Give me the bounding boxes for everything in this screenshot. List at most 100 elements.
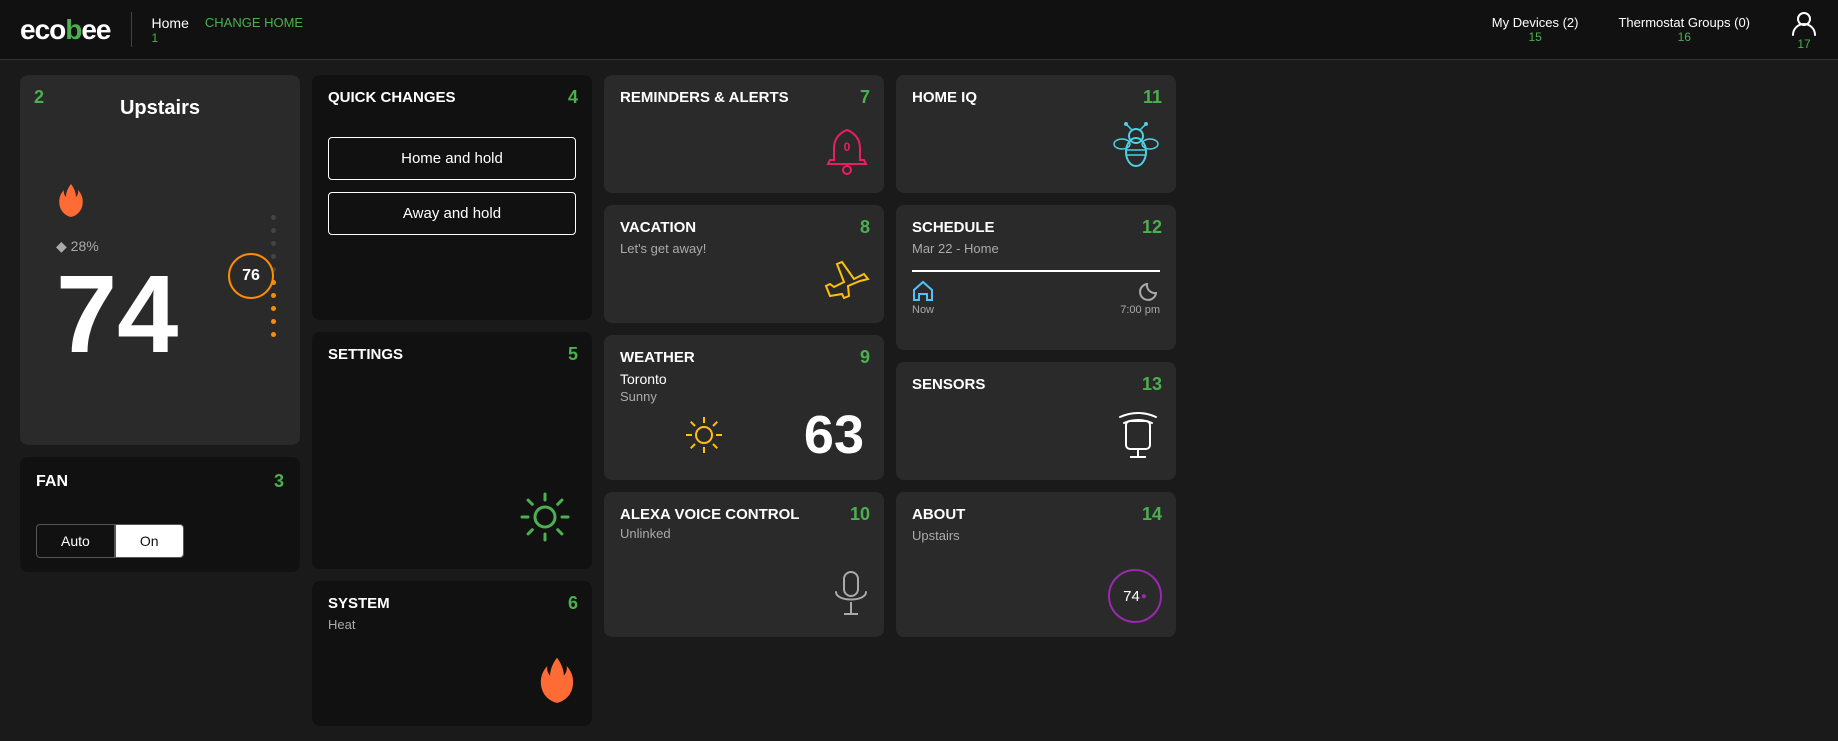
fan-auto-button[interactable]: Auto xyxy=(36,524,115,558)
right-column: HOME IQ 11 xyxy=(896,75,1176,726)
reminders-title: REMINDERS & ALERTS xyxy=(620,89,789,106)
my-devices-label: My Devices (2) xyxy=(1492,15,1579,30)
vacation-title: VACATION xyxy=(620,219,696,236)
current-temp: 74 xyxy=(56,260,178,370)
change-home-button[interactable]: CHANGE HOME xyxy=(205,15,303,30)
settings-num: 5 xyxy=(568,344,578,365)
quick-changes-title: QUICK CHANGES xyxy=(328,89,456,106)
dot-4 xyxy=(271,254,276,259)
quick-changes-num: 4 xyxy=(568,87,578,108)
sun-icon xyxy=(684,415,724,460)
home-label: Home xyxy=(152,15,189,31)
dot-1 xyxy=(271,215,276,220)
system-title: SYSTEM xyxy=(328,595,390,612)
settings-card[interactable]: SETTINGS 5 xyxy=(312,332,592,569)
fan-buttons: Auto On xyxy=(36,524,284,558)
weather-card[interactable]: WEATHER 9 Toronto Sunny 63 xyxy=(604,335,884,480)
timeline-bar xyxy=(912,270,1160,272)
alexa-title: ALEXA VOICE CONTROL xyxy=(620,506,799,523)
about-circle-dot: ● xyxy=(1141,591,1147,602)
settings-title: SETTINGS xyxy=(328,346,576,363)
header-home: Home CHANGE HOME 1 xyxy=(152,15,304,45)
sensors-num: 13 xyxy=(1142,374,1162,395)
sensor-icon xyxy=(1114,409,1162,466)
middle-column-1: QUICK CHANGES 4 Home and hold Away and h… xyxy=(312,75,592,726)
microphone-icon xyxy=(832,570,870,623)
moon-icon xyxy=(1138,280,1160,302)
user-num: 17 xyxy=(1797,37,1810,51)
system-card[interactable]: SYSTEM 6 Heat xyxy=(312,581,592,726)
homeiq-num: 11 xyxy=(1143,87,1162,108)
schedule-date: Mar 22 - Home xyxy=(912,241,1160,256)
setpoint-circle[interactable]: 76 xyxy=(228,253,274,299)
schedule-title: SCHEDULE xyxy=(912,219,995,236)
bell-icon: 0 xyxy=(824,126,870,181)
about-subtitle: Upstairs xyxy=(912,528,1160,543)
user-icon xyxy=(1790,9,1818,37)
schedule-num: 12 xyxy=(1142,217,1162,238)
system-subtitle: Heat xyxy=(328,617,576,632)
thermostat-card[interactable]: 2 Upstairs ◆ 28% 74 xyxy=(20,75,300,445)
thermostat-groups-nav[interactable]: Thermostat Groups (0) 16 xyxy=(1618,15,1750,44)
fan-header: FAN 3 xyxy=(36,471,284,492)
weather-condition: Sunny xyxy=(620,389,868,404)
thermostat-groups-label: Thermostat Groups (0) xyxy=(1618,15,1750,30)
weather-temp: 63 xyxy=(804,404,864,466)
dot-8 xyxy=(271,306,276,311)
alexa-num: 10 xyxy=(850,504,870,525)
homeiq-bee-icon xyxy=(1110,122,1162,179)
sensors-title: SENSORS xyxy=(912,376,985,393)
settings-gear-icon xyxy=(518,490,572,549)
home-icon xyxy=(912,280,934,302)
header-right: My Devices (2) 15 Thermostat Groups (0) … xyxy=(1492,9,1818,51)
airplane-icon xyxy=(820,254,870,309)
reminders-card[interactable]: REMINDERS & ALERTS 7 0 xyxy=(604,75,884,193)
dot-7 xyxy=(271,293,276,298)
timeline-now-label: Now xyxy=(912,304,934,316)
homeiq-card[interactable]: HOME IQ 11 xyxy=(896,75,1176,193)
alexa-status: Unlinked xyxy=(620,526,868,541)
thermostat-card-num: 2 xyxy=(34,87,44,108)
thermostat-name: Upstairs xyxy=(36,97,284,120)
schedule-card[interactable]: SCHEDULE 12 Mar 22 - Home Now 7:0 xyxy=(896,205,1176,350)
weather-city: Toronto xyxy=(620,371,868,387)
svg-text:0: 0 xyxy=(844,140,851,154)
fan-card-num: 3 xyxy=(274,471,284,492)
weather-num: 9 xyxy=(860,347,870,368)
logo: ecobee xyxy=(20,14,111,46)
about-title: ABOUT xyxy=(912,506,965,523)
reminders-num: 7 xyxy=(860,87,870,108)
fan-card[interactable]: FAN 3 Auto On xyxy=(20,457,300,572)
fan-on-button[interactable]: On xyxy=(115,524,184,558)
about-num: 14 xyxy=(1142,504,1162,525)
timeline-time-label: 7:00 pm xyxy=(1120,304,1160,316)
flame-icon xyxy=(56,182,86,228)
system-fire-icon xyxy=(536,655,578,712)
header-divider xyxy=(131,12,132,47)
timeline-icons xyxy=(912,280,1160,302)
about-card[interactable]: ABOUT 14 Upstairs 74 ● xyxy=(896,492,1176,637)
schedule-timeline: Now 7:00 pm xyxy=(912,270,1160,316)
humidity-display: ◆ 28% xyxy=(56,238,99,255)
thermostat-body: ◆ 28% 74 xyxy=(36,120,284,431)
left-column: 2 Upstairs ◆ 28% 74 xyxy=(20,75,300,726)
my-devices-nav[interactable]: My Devices (2) 15 xyxy=(1492,15,1579,44)
dot-9 xyxy=(271,319,276,324)
user-nav[interactable]: 17 xyxy=(1790,9,1818,51)
quick-changes-card[interactable]: QUICK CHANGES 4 Home and hold Away and h… xyxy=(312,75,592,320)
quick-buttons: Home and hold Away and hold xyxy=(328,137,576,235)
middle-column-2: REMINDERS & ALERTS 7 0 VACATION 8 Let's … xyxy=(604,75,884,726)
away-hold-button[interactable]: Away and hold xyxy=(328,192,576,235)
dot-10 xyxy=(271,332,276,337)
sensors-card[interactable]: SENSORS 13 xyxy=(896,362,1176,480)
home-number: 1 xyxy=(152,31,304,45)
alexa-card[interactable]: ALEXA VOICE CONTROL 10 Unlinked xyxy=(604,492,884,637)
fan-label: FAN xyxy=(36,473,68,491)
dot-2 xyxy=(271,228,276,233)
weather-title: WEATHER xyxy=(620,349,695,366)
home-hold-button[interactable]: Home and hold xyxy=(328,137,576,180)
vacation-card[interactable]: VACATION 8 Let's get away! xyxy=(604,205,884,323)
timeline-labels: Now 7:00 pm xyxy=(912,304,1160,316)
dot-3 xyxy=(271,241,276,246)
vacation-num: 8 xyxy=(860,217,870,238)
